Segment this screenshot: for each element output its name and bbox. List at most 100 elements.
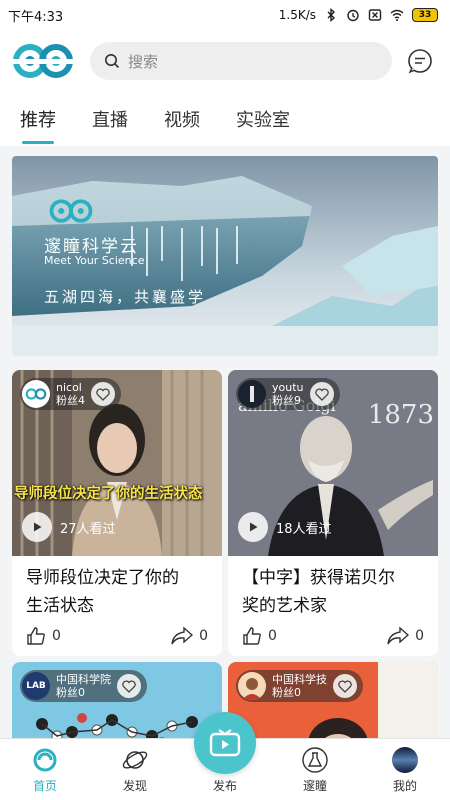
app-logo: [12, 44, 74, 78]
video-title[interactable]: 【中字】获得诺贝尔 奖的艺术家: [228, 556, 438, 622]
wifi-icon: [390, 9, 404, 21]
author-chip[interactable]: LAB 中国科学院 粉丝0: [20, 670, 147, 702]
author-info: nicol 粉丝4: [56, 381, 85, 407]
profile-avatar-icon: [392, 747, 418, 773]
like-count: 0: [268, 628, 277, 644]
play-info: 27人看过: [22, 512, 116, 542]
video-title-line2: 生活状态: [26, 596, 94, 616]
like-count: 0: [52, 628, 61, 644]
author-fans: 粉丝4: [56, 394, 85, 407]
status-bar: 下午4:33 1.5K/s 33: [0, 0, 450, 30]
author-name: 中国科学技: [272, 673, 327, 686]
author-info: 中国科学院 粉丝0: [56, 673, 111, 699]
video-overlay-caption: 导师段位决定了你的生活状态: [14, 486, 203, 502]
author-name: nicol: [56, 381, 82, 394]
heart-icon: [96, 387, 110, 401]
thumb-year: 1873: [367, 400, 434, 430]
flask-icon: [302, 747, 328, 773]
author-name: 中国科学院: [56, 673, 111, 686]
battery-indicator: 33: [412, 8, 438, 22]
tab-live[interactable]: 直播: [92, 92, 128, 146]
category-tabs: 推荐 直播 视频 实验室: [0, 92, 450, 146]
view-count: 18人看过: [276, 521, 332, 537]
like-button[interactable]: 0: [242, 626, 277, 646]
nav-mine[interactable]: 我的: [360, 739, 450, 800]
message-icon[interactable]: [406, 47, 434, 75]
share-button[interactable]: 0: [171, 626, 208, 646]
nav-mine-label: 我的: [392, 779, 417, 793]
video-title-line1: 【中字】获得诺贝尔: [242, 568, 395, 588]
banner-slogan: 五湖四海，共襄盛学: [44, 288, 207, 306]
nav-home-label: 首页: [32, 779, 57, 793]
video-title-line2: 奖的艺术家: [242, 596, 327, 616]
publish-button[interactable]: [194, 712, 256, 774]
heart-icon: [338, 679, 352, 693]
status-icons: 1.5K/s 33: [279, 8, 438, 22]
author-chip[interactable]: youtu 粉丝9: [236, 378, 340, 410]
nav-publish-label: 发布: [212, 779, 237, 793]
avatar-image: [238, 672, 266, 700]
tab-lab[interactable]: 实验室: [236, 92, 290, 146]
banner-logo: [49, 199, 93, 223]
follow-heart-button[interactable]: [91, 382, 115, 406]
author-fans: 粉丝0: [56, 686, 85, 699]
tv-play-icon: [209, 729, 241, 757]
play-button[interactable]: [238, 512, 268, 542]
promo-banner[interactable]: 邃瞳科学云 Meet Your Science 五湖四海，共襄盛学: [12, 156, 438, 356]
follow-heart-button[interactable]: [309, 382, 334, 406]
card-actions: 0 0: [242, 626, 424, 646]
card-actions: 0 0: [26, 626, 208, 646]
play-button[interactable]: [22, 512, 52, 542]
tab-video[interactable]: 视频: [164, 92, 200, 146]
sim-off-icon: [368, 9, 382, 21]
video-thumbnail[interactable]: nicol 粉丝4 导师段位决定了你的生活状态 27人看过: [12, 370, 222, 556]
nav-discover-label: 发现: [122, 779, 147, 793]
search-placeholder: 搜索: [128, 52, 159, 71]
nav-discover[interactable]: 发现: [90, 739, 180, 800]
author-avatar: [238, 380, 266, 408]
app-screen: 下午4:33 1.5K/s 33 搜索 推荐 直播 视频 实验室 邃瞳科学云 M…: [0, 0, 450, 800]
like-button[interactable]: 0: [26, 626, 61, 646]
view-count: 27人看过: [60, 521, 116, 537]
author-avatar: [238, 672, 266, 700]
video-title[interactable]: 导师段位决定了你的 生活状态: [12, 556, 222, 622]
tab-recommend[interactable]: 推荐: [20, 92, 56, 146]
share-count: 0: [415, 628, 424, 644]
thumbs-up-icon: [243, 627, 261, 645]
play-icon: [250, 522, 258, 532]
video-title-line1: 导师段位决定了你的: [26, 568, 179, 588]
banner-brand-en: Meet Your Science: [44, 254, 145, 267]
author-info: youtu 粉丝9: [272, 381, 304, 407]
follow-heart-button[interactable]: [333, 674, 357, 698]
video-thumbnail[interactable]: amillo Golgi 1873 youtu 粉丝9 18人看过: [228, 370, 438, 556]
top-header: 搜索: [0, 30, 450, 92]
author-name: youtu: [272, 381, 304, 394]
play-info: 18人看过: [238, 512, 332, 542]
author-avatar: LAB: [22, 672, 50, 700]
share-icon: [171, 626, 194, 645]
heart-icon: [314, 387, 329, 401]
nav-suitong[interactable]: 邃瞳: [270, 739, 360, 800]
status-time: 下午4:33: [8, 9, 64, 25]
search-bar[interactable]: 搜索: [90, 42, 392, 80]
nav-home[interactable]: 首页: [0, 739, 90, 800]
video-card[interactable]: amillo Golgi 1873 youtu 粉丝9 18人看过: [228, 370, 438, 656]
follow-heart-button[interactable]: [117, 674, 141, 698]
nav-suitong-label: 邃瞳: [302, 779, 327, 793]
author-chip[interactable]: 中国科学技 粉丝0: [236, 670, 363, 702]
bluetooth-icon: [327, 8, 336, 22]
share-count: 0: [199, 628, 208, 644]
avatar-logo-icon: [25, 388, 47, 400]
author-fans: 粉丝9: [272, 394, 301, 407]
author-fans: 粉丝0: [272, 686, 301, 699]
avatar-image: [238, 380, 266, 408]
network-speed: 1.5K/s: [278, 8, 316, 22]
avatar-text: LAB: [26, 680, 46, 691]
thumbs-up-icon: [27, 627, 45, 645]
heart-icon: [122, 679, 136, 693]
author-chip[interactable]: nicol 粉丝4: [20, 378, 121, 410]
author-info: 中国科学技 粉丝0: [272, 673, 327, 699]
share-button[interactable]: 0: [387, 626, 424, 646]
video-card[interactable]: nicol 粉丝4 导师段位决定了你的生活状态 27人看过 导师段位决定了你的 …: [12, 370, 222, 656]
share-icon: [387, 626, 410, 645]
